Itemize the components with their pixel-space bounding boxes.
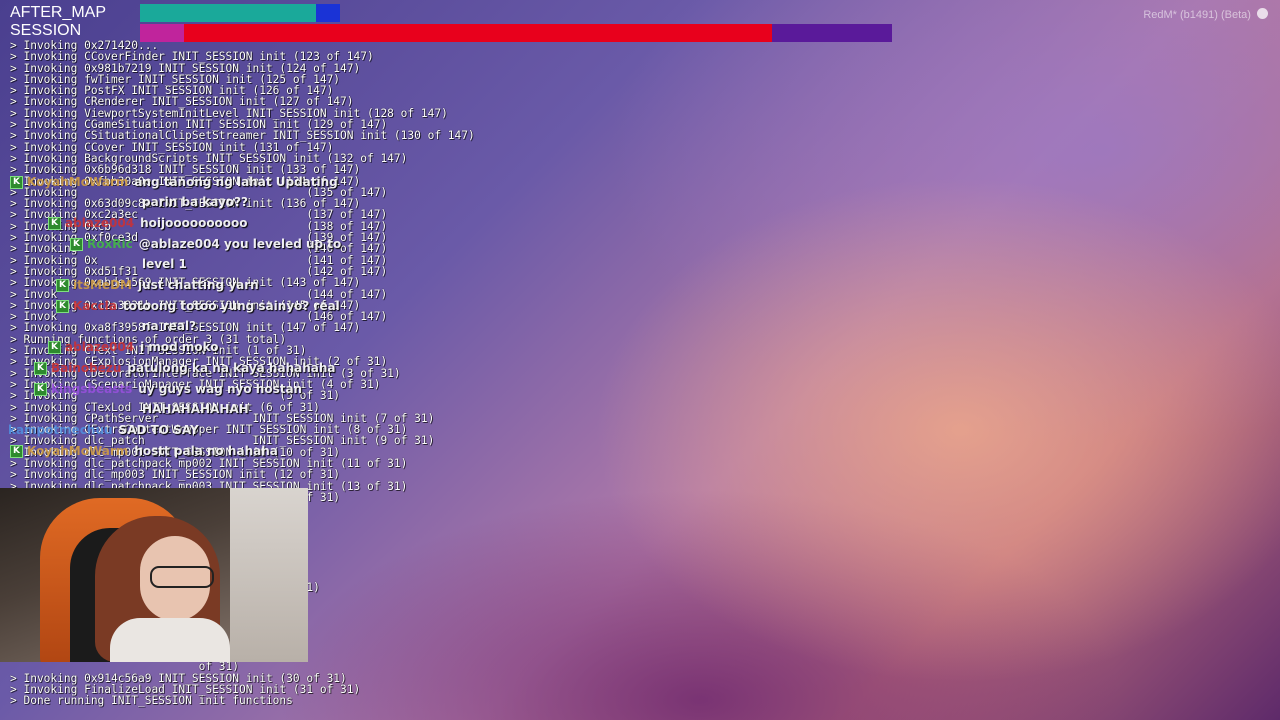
chat-message: kampotmechuu SAD TO SAY [8,423,199,437]
version-text: RedM* (b1491) (Beta) [1143,9,1251,21]
redm-logo-icon [1257,8,1268,19]
chat-message: K KoyahMoWarm ang tanong ng lahat Updating [10,175,338,189]
chat-text: ang tanong ng lahat Updating [134,175,338,189]
chat-message: K Bainobezu patulong ka na kaya hahahaha [34,361,335,375]
chat-text: totoong totoo yung sainyo? real [122,299,340,313]
console-line: > Invoking CCoverFinder INIT_SESSION ini… [10,50,374,64]
chat-message: parin ba kayo?? [142,195,248,209]
chat-badge-icon: K [56,300,69,313]
console-line: > Invoking 0x6b96d318 INIT_SESSION init … [10,163,361,177]
chat-username: KoyahMoWarm [27,175,129,189]
phase-line-1: AFTER_MAP [10,4,107,21]
chat-username: KoyahMoWarm [27,444,129,458]
progress-bar-top-blue [316,4,340,22]
chat-username: itsMeDM [73,278,132,292]
load-phase-label: AFTER_MAP SESSION [10,4,106,40]
console-line: > Invoking CSituationalClipSetStreamer I… [10,129,475,143]
streamer-glasses [150,566,214,588]
chat-message: na real? [142,319,196,333]
chat-text: HAHAHAHAHAH [142,402,249,416]
chat-badge-icon: K [34,383,47,396]
webcam-overlay [0,488,308,662]
chat-text: hoijoooooooooo [140,216,248,230]
chat-username: ablaze004 [65,340,135,354]
chat-text: parin ba kayo?? [142,195,249,209]
chat-username: ablaze004 [65,216,135,230]
chat-message: HAHAHAHAHAH [142,402,249,416]
chat-text: uy guys wag nyo hostan [138,382,303,396]
chat-badge-icon: K [48,341,61,354]
chat-message: K Kaccla totoong totoo yung sainyo? real [56,299,340,313]
chat-username: Bainobezu [51,361,122,375]
chat-username: kingsbeasts [51,382,133,396]
chat-username: RoxRic [87,237,133,251]
chat-text: SAD TO SAY [118,423,199,437]
streamer-shirt [110,618,230,662]
chat-text: i mod moko [140,340,219,354]
webcam-wall [230,488,308,662]
chat-message: Kablaze004 hoijoooooooooo [48,216,248,230]
phase-line-2: SESSION [10,22,82,39]
console-line: > Invoking dlc_mp003 INIT_SESSION init (… [10,468,341,482]
progress-bar-top-teal [140,4,316,22]
chat-badge-icon: K [34,362,47,375]
console-line: > Done running INIT_SESSION init functio… [10,694,293,708]
chat-message: level 1 [142,257,187,271]
chat-message: KitsMeDM just chatting yarn [56,278,259,292]
progress-bar-bottom-purple [772,24,892,42]
chat-message: K KoyahMoWarm hostt pala no hahaha [10,444,278,458]
chat-message: Kablaze004 i mod moko [48,340,219,354]
version-label: RedM* (b1491) (Beta) [1143,8,1268,21]
chat-username: kampotmechuu [8,423,113,437]
chat-badge-icon: K [10,445,23,458]
chat-text: just chatting yarn [137,278,259,292]
chat-badge-icon: K [10,176,23,189]
chat-text: level 1 [142,257,187,271]
chat-text: na real? [142,319,197,333]
chat-text: @ablaze004 you leveled up to [138,237,342,251]
chat-message: K RoxRic @ablaze004 you leveled up to [70,237,341,251]
chat-badge-icon: K [70,238,83,251]
chat-username: Kaccla [73,299,117,313]
chat-badge-icon: K [56,279,69,292]
chat-text: patulong ka na kaya hahahaha [127,361,336,375]
console-line: of 31) [10,660,240,674]
chat-message: Kkingsbeasts uy guys wag nyo hostan [34,382,302,396]
chat-text: hostt pala no hahaha [134,444,278,458]
chat-badge-icon: K [48,217,61,230]
